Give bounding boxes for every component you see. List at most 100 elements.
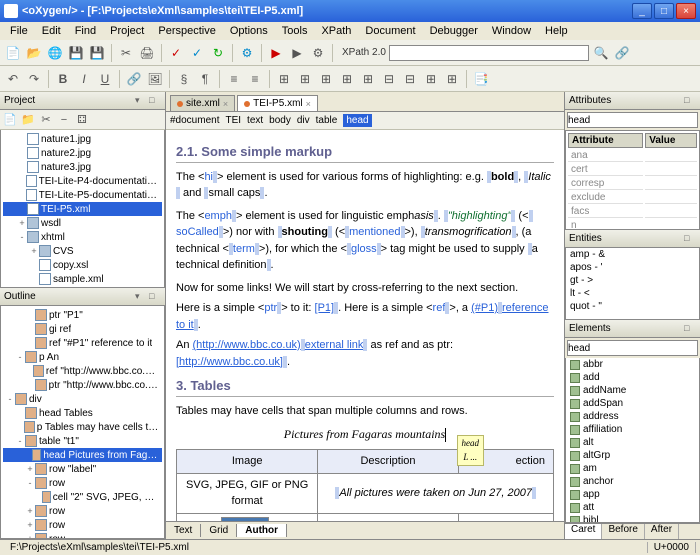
- attr-row[interactable]: ana: [568, 150, 697, 162]
- col-before-button[interactable]: ⊞: [338, 70, 356, 88]
- tree-item[interactable]: copy.xsl: [3, 258, 162, 272]
- panel-min-icon[interactable]: □: [684, 95, 696, 107]
- element-item[interactable]: abbr: [566, 358, 699, 371]
- outline-item[interactable]: ref "#P1" reference to it: [3, 336, 162, 350]
- menu-debugger[interactable]: Debugger: [424, 24, 484, 38]
- entity-item[interactable]: lt - <: [566, 287, 699, 300]
- outline-item[interactable]: +row "label": [3, 462, 162, 476]
- crumb-div[interactable]: div: [297, 115, 310, 126]
- tree-item[interactable]: nature1.jpg: [3, 132, 162, 146]
- tree-item[interactable]: +wsdl: [3, 216, 162, 230]
- outline-item[interactable]: +row: [3, 504, 162, 518]
- attr-row[interactable]: cert: [568, 164, 697, 176]
- xpath-run-button[interactable]: 🔍: [592, 44, 610, 62]
- crumb-table[interactable]: table: [316, 115, 338, 126]
- close-tab-icon[interactable]: ×: [223, 99, 228, 109]
- menu-project[interactable]: Project: [104, 24, 150, 38]
- ol-button[interactable]: ≡: [246, 70, 264, 88]
- entity-item[interactable]: quot - ": [566, 300, 699, 313]
- attr-row[interactable]: corresp: [568, 178, 697, 190]
- editor-tab-site[interactable]: site.xml×: [170, 95, 235, 111]
- debug-button[interactable]: ▶: [288, 44, 306, 62]
- close-tab-icon[interactable]: ×: [306, 99, 311, 109]
- outline-item[interactable]: ptr "P1": [3, 308, 162, 322]
- del-row-button[interactable]: ⊟: [380, 70, 398, 88]
- open-button[interactable]: 📂: [25, 44, 43, 62]
- crumb-document[interactable]: #document: [170, 115, 219, 126]
- outline-item[interactable]: ref "http://www.bbc.co.uk" exte: [3, 364, 162, 378]
- element-item[interactable]: bibl: [566, 514, 699, 523]
- menu-help[interactable]: Help: [539, 24, 574, 38]
- print-button[interactable]: 🖨: [138, 44, 156, 62]
- menu-window[interactable]: Window: [486, 24, 537, 38]
- crumb-tei[interactable]: TEI: [225, 115, 241, 126]
- redo-button[interactable]: ↷: [25, 70, 43, 88]
- add-folder-button[interactable]: 📁: [20, 112, 36, 128]
- outline-item[interactable]: -table "t1": [3, 434, 162, 448]
- save-as-button[interactable]: 💾: [88, 44, 106, 62]
- attr-row[interactable]: exclude: [568, 192, 697, 204]
- mode-text-tab[interactable]: Text: [166, 524, 201, 537]
- crumb-text[interactable]: text: [247, 115, 263, 126]
- filter-button[interactable]: ⚃: [74, 112, 90, 128]
- element-item[interactable]: affiliation: [566, 423, 699, 436]
- tree-item[interactable]: nature2.jpg: [3, 146, 162, 160]
- outline-item[interactable]: -div: [3, 392, 162, 406]
- cut-button[interactable]: ✂: [117, 44, 135, 62]
- attr-row[interactable]: n: [568, 220, 697, 230]
- editor-body[interactable]: 2.1. Some simple markup The <hi> element…: [166, 130, 564, 521]
- entity-item[interactable]: gt - >: [566, 274, 699, 287]
- element-item[interactable]: add: [566, 371, 699, 384]
- element-item[interactable]: app: [566, 488, 699, 501]
- attr-row[interactable]: facs: [568, 206, 697, 218]
- bold-button[interactable]: B: [54, 70, 72, 88]
- editor-tab-tei[interactable]: TEI-P5.xml×: [237, 95, 318, 111]
- underline-button[interactable]: U: [96, 70, 114, 88]
- element-item[interactable]: alt: [566, 436, 699, 449]
- outline-item[interactable]: gi ref: [3, 322, 162, 336]
- link-insert-button[interactable]: 🔗: [125, 70, 143, 88]
- del-col-button[interactable]: ⊟: [401, 70, 419, 88]
- save-button[interactable]: 💾: [67, 44, 85, 62]
- attributes-table[interactable]: AttributeValue anacertcorrespexcludefacs…: [565, 130, 700, 230]
- after-tab[interactable]: After: [645, 524, 679, 539]
- para-button[interactable]: ¶: [196, 70, 214, 88]
- tree-item[interactable]: nature3.jpg: [3, 160, 162, 174]
- remove-button[interactable]: ✂: [38, 112, 54, 128]
- open-url-button[interactable]: 🌐: [46, 44, 64, 62]
- menu-document[interactable]: Document: [359, 24, 421, 38]
- panel-min-icon[interactable]: □: [149, 291, 161, 303]
- element-item[interactable]: att: [566, 501, 699, 514]
- attributes-combo[interactable]: [567, 112, 698, 128]
- refresh-button[interactable]: ↻: [209, 44, 227, 62]
- panel-min-icon[interactable]: □: [684, 323, 696, 335]
- xpath-input[interactable]: [389, 45, 589, 61]
- menu-perspective[interactable]: Perspective: [152, 24, 221, 38]
- panel-min-icon[interactable]: □: [149, 95, 161, 107]
- elements-list[interactable]: abbraddaddNameaddSpanaddressaffiliationa…: [565, 358, 700, 523]
- link-button[interactable]: 🔗: [613, 44, 631, 62]
- crumb-head[interactable]: head: [343, 114, 371, 127]
- transform-button[interactable]: ⚙: [238, 44, 256, 62]
- project-tree[interactable]: nature1.jpgnature2.jpgnature3.jpg TEI-Lit…: [0, 130, 165, 288]
- menu-options[interactable]: Options: [224, 24, 274, 38]
- menu-edit[interactable]: Edit: [36, 24, 67, 38]
- caret-tab[interactable]: Caret: [565, 524, 602, 539]
- outline-item[interactable]: head Pictures from Fagaras mountai: [3, 448, 162, 462]
- before-tab[interactable]: Before: [602, 524, 644, 539]
- entities-list[interactable]: amp - &apos - 'gt - >lt - <quot - ": [565, 248, 700, 320]
- wellformed-button[interactable]: ✓: [188, 44, 206, 62]
- attr-col-name[interactable]: Attribute: [568, 133, 643, 148]
- element-item[interactable]: addSpan: [566, 397, 699, 410]
- add-file-button[interactable]: 📄: [2, 112, 18, 128]
- maximize-button[interactable]: □: [654, 3, 674, 19]
- split-button[interactable]: ⊞: [443, 70, 461, 88]
- undo-button[interactable]: ↶: [4, 70, 22, 88]
- row-above-button[interactable]: ⊞: [296, 70, 314, 88]
- tree-item[interactable]: TEI-Lite-P5-documentation.xml: [3, 188, 162, 202]
- tree-item[interactable]: sample.xml: [3, 272, 162, 286]
- element-item[interactable]: anchor: [566, 475, 699, 488]
- run-button[interactable]: ▶: [267, 44, 285, 62]
- outline-item[interactable]: +row: [3, 518, 162, 532]
- close-button[interactable]: ×: [676, 3, 696, 19]
